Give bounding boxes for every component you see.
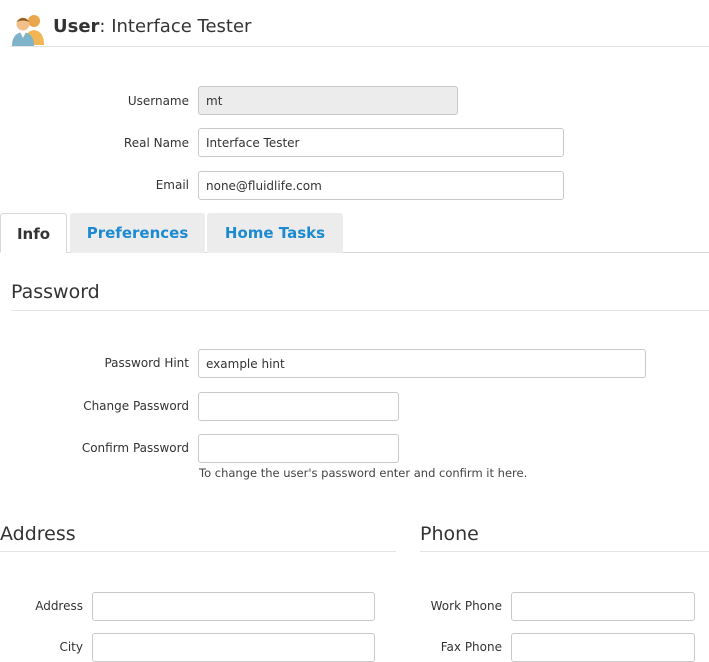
change-password-input[interactable] (198, 392, 399, 421)
city-label: City (59, 640, 83, 654)
city-input[interactable] (92, 633, 375, 662)
tab-home-tasks[interactable]: Home Tasks (207, 213, 343, 253)
password-section-title: Password (11, 281, 100, 303)
phone-divider (420, 551, 709, 552)
password-hint-input[interactable] (198, 349, 646, 378)
realname-label: Real Name (123, 136, 189, 150)
realname-input[interactable] (198, 128, 564, 157)
username-label: Username (127, 94, 189, 108)
users-icon (12, 15, 44, 46)
confirm-password-input[interactable] (198, 434, 399, 463)
page-title: User: Interface Tester (53, 16, 252, 37)
confirm-password-label: Confirm Password (81, 441, 189, 455)
address-label: Address (35, 599, 83, 613)
tab-preferences[interactable]: Preferences (70, 213, 205, 253)
change-password-label: Change Password (83, 399, 189, 413)
password-hint-label: Password Hint (104, 356, 189, 370)
email-label: Email (155, 178, 189, 192)
password-help-text: To change the user's password enter and … (199, 466, 528, 480)
address-divider (0, 551, 396, 552)
username-input[interactable] (198, 86, 458, 115)
address-section-title: Address (0, 523, 76, 545)
work-phone-label: Work Phone (430, 599, 502, 613)
fax-phone-input[interactable] (511, 633, 695, 662)
fax-phone-label: Fax Phone (440, 640, 502, 654)
phone-section-title: Phone (420, 523, 479, 545)
email-input[interactable] (198, 171, 564, 200)
header-divider (10, 46, 709, 47)
tab-info[interactable]: Info (0, 213, 67, 253)
address-input[interactable] (92, 592, 375, 621)
password-divider (11, 310, 709, 311)
work-phone-input[interactable] (511, 592, 695, 621)
